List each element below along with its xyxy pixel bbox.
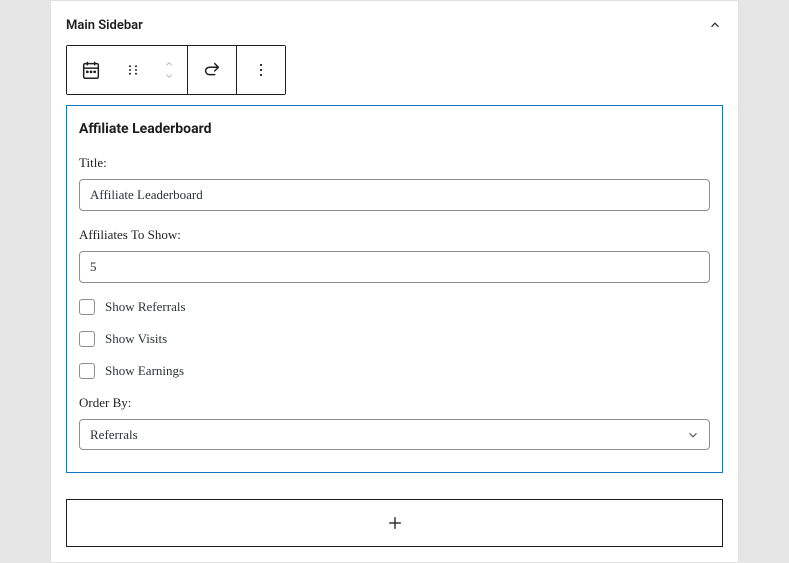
legacy-widget-block[interactable]: Affiliate Leaderboard Title: Affiliates … [66,105,723,473]
title-label: Title: [79,155,710,171]
calendar-icon [80,59,102,81]
move-arrows [151,59,187,81]
move-to-icon [201,59,223,81]
field-orderby: Order By: Referrals [79,395,710,450]
show-referrals-checkbox[interactable] [79,299,95,315]
orderby-select-wrap: Referrals [79,419,710,450]
add-block-button[interactable] [66,499,723,547]
show-referrals-label: Show Referrals [105,299,186,315]
chevron-up-icon [163,59,175,69]
move-up-button[interactable] [163,59,175,69]
orderby-label: Order By: [79,395,710,411]
chevron-down-icon [163,71,175,81]
move-to-button[interactable] [188,46,236,94]
orderby-select[interactable]: Referrals [79,419,710,450]
show-visits-checkbox[interactable] [79,331,95,347]
widget-name: Affiliate Leaderboard [79,121,710,137]
field-count: Affiliates To Show: [79,227,710,283]
count-input[interactable] [79,251,710,283]
title-input[interactable] [79,179,710,211]
show-earnings-checkbox[interactable] [79,363,95,379]
field-title: Title: [79,155,710,211]
field-show-referrals: Show Referrals [79,299,710,315]
block-type-button[interactable] [67,46,115,94]
toolbar-group-block [67,46,188,94]
panel-header: Main Sidebar [66,11,723,45]
drag-handle[interactable] [115,61,151,79]
move-down-button[interactable] [163,71,175,81]
field-show-earnings: Show Earnings [79,363,710,379]
show-earnings-label: Show Earnings [105,363,184,379]
field-show-visits: Show Visits [79,331,710,347]
plus-icon [385,513,405,533]
more-vertical-icon [251,60,271,80]
widget-area-panel: Main Sidebar [50,0,739,563]
chevron-up-icon [708,18,722,32]
drag-icon [124,61,142,79]
count-label: Affiliates To Show: [79,227,710,243]
show-visits-label: Show Visits [105,331,167,347]
toolbar-group-transform [188,46,237,94]
panel-title: Main Sidebar [66,18,143,33]
collapse-toggle[interactable] [707,17,723,33]
block-toolbar [66,45,286,95]
toolbar-group-options [237,46,285,94]
block-mover [115,46,187,94]
options-button[interactable] [237,46,285,94]
